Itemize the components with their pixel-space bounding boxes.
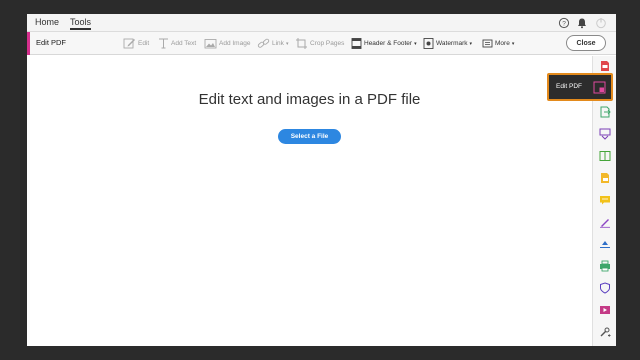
scan-icon[interactable] <box>599 172 611 184</box>
link-button[interactable]: Link ▾ <box>257 36 288 51</box>
watermark-button[interactable]: Watermark ▾ <box>423 36 472 51</box>
header-footer-icon <box>351 38 362 49</box>
link-label: Link <box>272 40 284 47</box>
edit-tool-button[interactable]: Edit <box>123 36 149 51</box>
watermark-dropdown-icon: ▾ <box>469 40 473 47</box>
protect-icon[interactable] <box>599 282 611 294</box>
add-text-button[interactable]: Add Text <box>158 36 196 51</box>
close-button[interactable]: Close <box>566 35 606 51</box>
combine-files-icon[interactable] <box>599 128 611 140</box>
link-dropdown-icon: ▾ <box>285 40 289 47</box>
add-text-icon <box>159 38 168 49</box>
header-footer-dropdown-icon: ▾ <box>414 40 417 47</box>
print-production-icon[interactable] <box>599 260 611 272</box>
edit-icon <box>123 38 135 49</box>
select-file-button[interactable]: Select a File <box>278 129 341 144</box>
notification-bell-icon[interactable] <box>576 17 588 29</box>
more-tools-icon[interactable] <box>599 326 611 338</box>
acrobat-window: Home Tools ? Edit PDF Edit Add Text Add … <box>27 14 616 346</box>
send-for-signature-icon[interactable] <box>599 238 611 250</box>
account-icon[interactable] <box>595 17 607 29</box>
add-image-icon <box>204 39 217 49</box>
more-dropdown-icon: ▾ <box>511 40 515 47</box>
crop-pages-button[interactable]: Crop Pages <box>295 36 344 51</box>
export-pdf-icon[interactable] <box>599 106 611 118</box>
add-text-label: Add Text <box>171 40 197 47</box>
add-image-label: Add Image <box>219 40 251 47</box>
create-pdf-icon[interactable] <box>599 60 611 72</box>
more-icon <box>482 39 493 48</box>
header-footer-label: Header & Footer <box>364 40 413 47</box>
fill-sign-icon[interactable] <box>599 216 611 228</box>
crop-pages-icon <box>296 38 307 49</box>
watermark-icon <box>423 38 434 49</box>
comment-icon[interactable] <box>599 194 611 206</box>
tab-home[interactable]: Home <box>35 17 59 27</box>
edit-pdf-toolbar: Edit PDF Edit Add Text Add Image Link ▾ … <box>27 32 616 55</box>
page-heading: Edit text and images in a PDF file <box>198 91 421 108</box>
edit-pdf-flyout-icon <box>593 81 606 94</box>
watermark-label: Watermark <box>436 40 468 47</box>
more-label: More <box>495 40 510 47</box>
more-button[interactable]: More ▾ <box>482 36 514 51</box>
help-icon[interactable]: ? <box>558 17 570 29</box>
rich-media-icon[interactable] <box>599 304 611 316</box>
flyout-label: Edit PDF <box>556 83 583 90</box>
tool-title: Edit PDF <box>36 38 67 47</box>
organize-pages-icon[interactable] <box>599 150 611 162</box>
main-content: Edit text and images in a PDF file Selec… <box>27 56 592 346</box>
tool-accent-bar <box>27 32 30 55</box>
add-image-button[interactable]: Add Image <box>204 36 250 51</box>
edit-tool-label: Edit <box>138 40 150 47</box>
crop-pages-label: Crop Pages <box>310 40 345 47</box>
edit-pdf-flyout[interactable]: Edit PDF <box>547 73 613 101</box>
header-footer-button[interactable]: Header & Footer ▾ <box>351 36 417 51</box>
tab-tools[interactable]: Tools <box>70 17 92 30</box>
svg-text:?: ? <box>562 20 566 27</box>
link-icon <box>257 38 270 48</box>
top-menu-bar: Home Tools ? <box>27 14 616 32</box>
